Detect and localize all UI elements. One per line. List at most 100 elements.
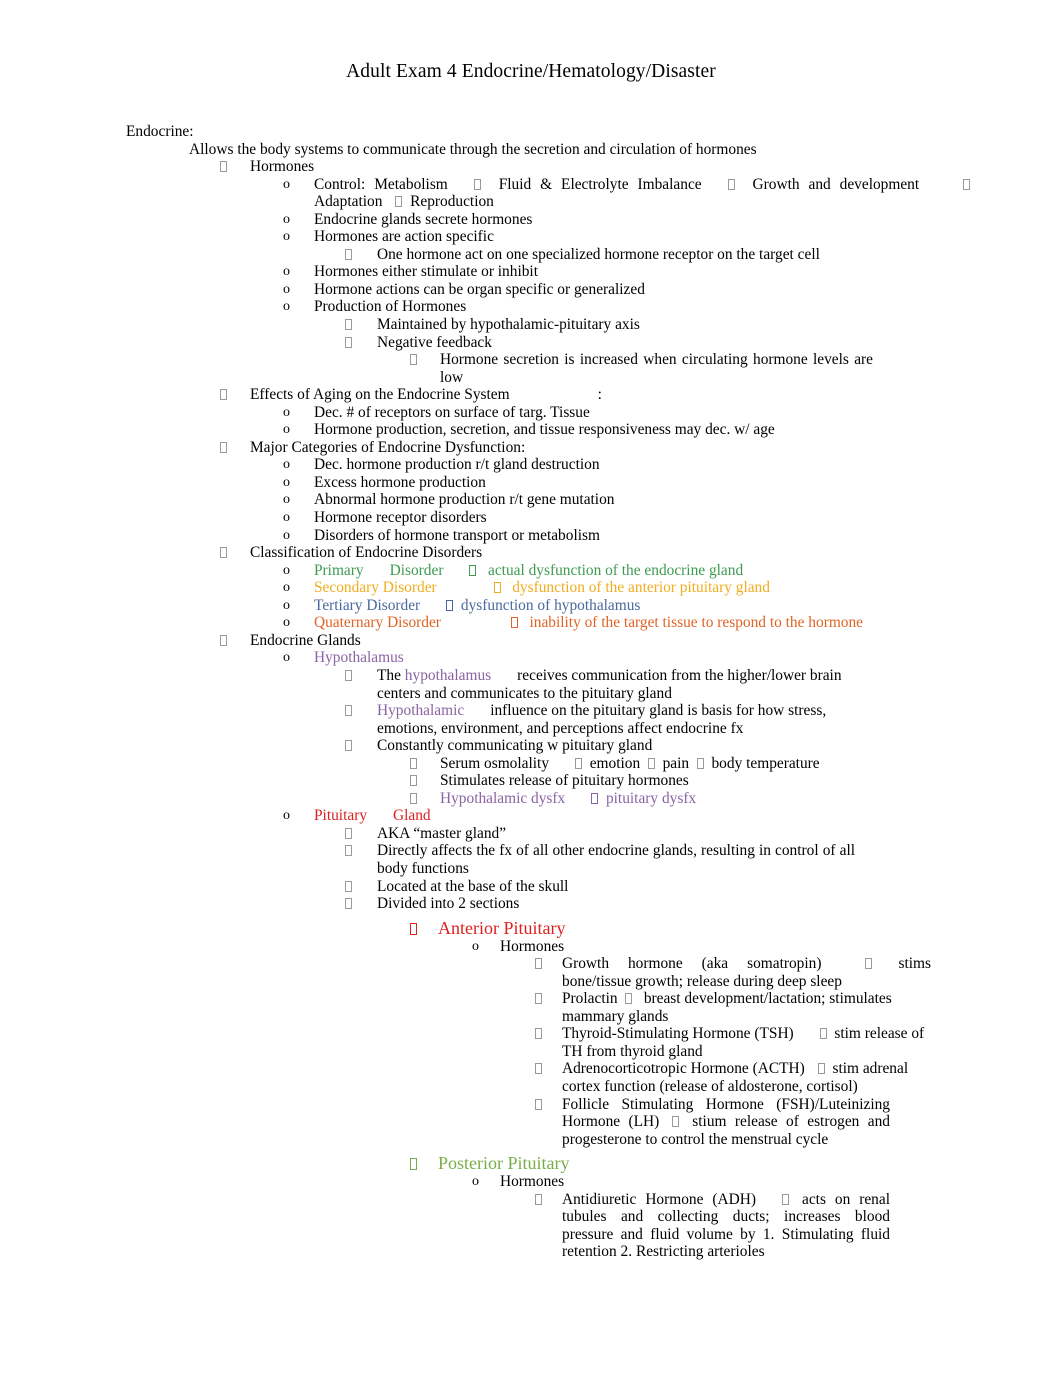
list-item-label: Maintained by hypothalamic-pituitary axi… <box>377 316 640 334</box>
inline-bullet-icon <box>473 178 481 190</box>
pituitary-word-text: Pituitary <box>314 807 368 825</box>
secondary-definition-text: dysfunction of the anterior pituitary gl… <box>512 579 770 597</box>
list-item-label: The hypothalamus receives communication f… <box>377 667 855 702</box>
effects-of-aging-text: Effects of Aging on the Endocrine System <box>250 386 510 404</box>
list-item-prolactin: Prolactin breast development/lactation; … <box>535 990 931 1025</box>
list-item-hormone-production-dec: o Hormone production, secretion, and tis… <box>283 421 973 439</box>
list-item-label: Dec. hormone production r/t gland destru… <box>314 456 600 474</box>
list-item-label: Disorders of hormone transport or metabo… <box>314 526 600 544</box>
o-marker-icon: o <box>283 404 290 420</box>
body-temperature-text: body temperature <box>711 754 820 772</box>
inline-bullet-icon <box>672 1116 680 1128</box>
list-item-organ-specific: o Hormone actions can be organ specific … <box>283 281 973 299</box>
o-marker-icon: o <box>283 527 290 543</box>
list-item-effects-of-aging: Effects of Aging on the Endocrine System… <box>220 386 1010 404</box>
tertiary-definition-text: dysfunction of hypothalamus <box>460 596 641 614</box>
list-item-hypothalamic-influence: Hypothalamic influence on the pituitary g… <box>345 702 855 737</box>
list-item-directly-affects: Directly affects the fx of all other end… <box>345 842 855 877</box>
control-fluid-text: Fluid & Electrolyte Imbalance <box>498 175 702 193</box>
bullet-icon <box>345 334 352 352</box>
list-item-quaternary-disorder: o Quaternary Disorder inability of the t… <box>283 614 973 632</box>
list-item-label: Hormones <box>500 1173 565 1191</box>
o-marker-icon: o <box>283 650 290 666</box>
list-item-label: Hypothalamic dysfx pituitary dysfx <box>440 790 990 808</box>
list-item-located-at-base: Located at the base of the skull <box>345 878 985 896</box>
list-item-label: One hormone act on one specialized hormo… <box>377 245 820 263</box>
list-item-maintained-by: Maintained by hypothalamic-pituitary axi… <box>345 316 985 334</box>
bullet-icon <box>410 351 417 369</box>
primary-definition-text: actual dysfunction of the endocrine glan… <box>488 561 744 579</box>
effects-of-aging-colon: : <box>597 386 602 404</box>
bullet-icon <box>345 878 352 896</box>
list-item-label: Control: Metabolism Fluid & Electrolyte … <box>314 176 974 211</box>
list-item-label: Effects of Aging on the Endocrine System… <box>250 386 1010 404</box>
list-item-label: Prolactin breast development/lactation; … <box>562 990 931 1025</box>
bullet-icon <box>220 632 227 650</box>
o-marker-icon: o <box>472 938 479 954</box>
list-item-hormones: Hormones <box>220 158 1010 176</box>
list-item-label: Hormone receptor disorders <box>314 509 487 527</box>
hypothalamic-word-text: Hypothalamic <box>377 702 465 720</box>
bullet-icon <box>410 918 417 938</box>
list-item-label: Pituitary Gland <box>314 807 973 825</box>
inline-bullet-icon <box>510 617 518 629</box>
emotion-text: emotion <box>589 754 641 772</box>
o-marker-icon: o <box>283 615 290 631</box>
bullet-icon <box>535 1191 542 1209</box>
list-item-secondary-disorder: o Secondary Disorder dysfunction of the … <box>283 579 973 597</box>
o-marker-icon: o <box>283 492 290 508</box>
bullet-icon <box>345 825 352 843</box>
primary-label2-text: Disorder <box>389 561 444 579</box>
list-item-major-categories: Major Categories of Endocrine Dysfunctio… <box>220 439 1010 457</box>
list-item-label: Located at the base of the skull <box>377 877 569 895</box>
bullet-icon <box>410 1153 417 1173</box>
bullet-icon <box>345 316 352 334</box>
list-item-label: Hypothalamic influence on the pituitary g… <box>377 702 855 737</box>
adh-text: Antidiuretic Hormone (ADH) <box>562 1190 756 1208</box>
list-item-growth-hormone: Growth hormone (aka somatropin) stims bon… <box>535 955 931 990</box>
o-marker-icon: o <box>472 1174 479 1190</box>
hypothalamic-dysfx-text: Hypothalamic dysfx <box>440 789 566 807</box>
inline-bullet-icon <box>865 958 873 970</box>
o-marker-icon: o <box>283 422 290 438</box>
list-item-label: Adrenocorticotropic Hormone (ACTH) stim … <box>562 1060 931 1095</box>
list-item-serum-osmolality: Serum osmolality emotion pain body tempe… <box>410 755 990 773</box>
list-item-label: Quaternary Disorder inability of the tar… <box>314 614 973 632</box>
list-item-glands-secrete: o Endocrine glands secrete hormones <box>283 211 973 229</box>
list-item-label: Secondary Disorder dysfunction of the an… <box>314 579 973 597</box>
o-marker-icon: o <box>283 229 290 245</box>
list-item-stimulates-release: Stimulates release of pituitary hormones <box>410 772 990 790</box>
list-item-label: Abnormal hormone production r/t gene mut… <box>314 491 615 509</box>
list-item-label: Tertiary Disorder dysfunction of hypotha… <box>314 597 973 615</box>
bullet-icon <box>220 439 227 457</box>
bullet-icon <box>410 772 417 790</box>
list-item-label: Production of Hormones <box>314 298 467 316</box>
o-marker-icon: o <box>283 580 290 596</box>
bullet-icon <box>345 842 352 860</box>
list-item-hypothalamus: o Hypothalamus <box>283 649 973 667</box>
list-item-dec-hormone-production: o Dec. hormone production r/t gland dest… <box>283 456 973 474</box>
inline-bullet-icon <box>625 993 633 1005</box>
list-item-label: Classification of Endocrine Disorders <box>250 544 483 562</box>
list-item-control: o Control: Metabolism Fluid & Electrolyt… <box>283 176 973 211</box>
control-growth-text: Growth and development <box>752 175 920 193</box>
list-item-label: Hypothalamus <box>314 649 404 667</box>
list-item-production-of-hormones: o Production of Hormones <box>283 298 973 316</box>
list-item-label: Constantly communicating w pituitary gla… <box>377 737 653 755</box>
list-item-adh: Antidiuretic Hormone (ADH) acts on renal … <box>535 1191 890 1261</box>
inline-bullet-icon <box>575 757 583 769</box>
list-item-primary-disorder: o Primary Disorder actual dysfunction of … <box>283 562 973 580</box>
list-item-label: Posterior Pituitary <box>438 1153 570 1174</box>
inline-bullet-icon <box>782 1193 789 1205</box>
list-item-tsh: Thyroid-Stimulating Hormone (TSH) stim r… <box>535 1025 931 1060</box>
inline-bullet-icon <box>647 757 655 769</box>
o-marker-icon: o <box>283 457 290 473</box>
inline-bullet-icon <box>446 599 454 611</box>
inline-bullet-icon <box>469 564 477 576</box>
list-item-label: Endocrine glands secrete hormones <box>314 210 533 228</box>
o-marker-icon: o <box>283 562 290 578</box>
the-word-text: The <box>377 666 401 684</box>
gland-word-text: Gland <box>393 807 431 825</box>
inline-bullet-icon <box>727 178 735 190</box>
o-marker-icon: o <box>283 299 290 315</box>
